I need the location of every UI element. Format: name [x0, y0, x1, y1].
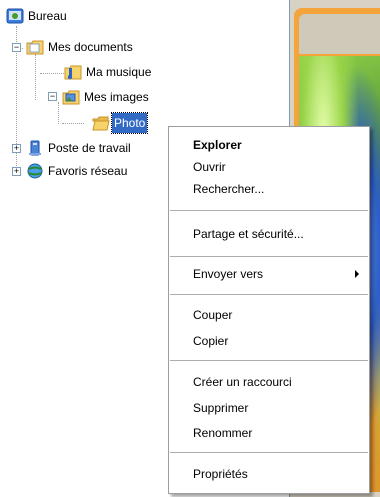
- menu-item-open[interactable]: Ouvrir: [169, 156, 369, 178]
- folder-open-icon: [92, 116, 110, 131]
- tree-item-label: Bureau: [28, 9, 67, 23]
- pictures-folder-icon: [62, 90, 80, 105]
- preview-toolbar: [299, 14, 380, 54]
- menu-item-send-to[interactable]: Envoyer vers: [169, 263, 369, 285]
- tree-line: [40, 73, 64, 74]
- tree-item-label: Mes images: [84, 90, 149, 104]
- expand-toggle[interactable]: +: [12, 144, 21, 153]
- tree-line: [35, 54, 36, 100]
- menu-item-rename[interactable]: Renommer: [169, 422, 369, 444]
- desktop-icon: [6, 8, 24, 24]
- menu-item-create-shortcut[interactable]: Créer un raccourci: [169, 371, 369, 393]
- tree-line: [62, 123, 84, 124]
- computer-icon: [29, 140, 41, 156]
- collapse-toggle[interactable]: −: [12, 43, 21, 52]
- menu-item-explore[interactable]: Explorer: [169, 134, 369, 156]
- context-menu: Explorer Ouvrir Rechercher... Partage et…: [168, 126, 370, 494]
- menu-separator: [170, 210, 368, 211]
- menu-item-copy[interactable]: Copier: [169, 330, 369, 352]
- submenu-arrow-icon: [355, 270, 359, 278]
- menu-item-cut[interactable]: Couper: [169, 304, 369, 326]
- menu-separator: [170, 256, 368, 257]
- collapse-toggle[interactable]: −: [48, 92, 57, 101]
- menu-item-sharing-security[interactable]: Partage et sécurité...: [169, 223, 369, 245]
- menu-item-search[interactable]: Rechercher...: [169, 178, 369, 200]
- tree-item-label: Photo: [110, 112, 149, 134]
- music-folder-icon: [64, 65, 82, 80]
- tree-item-label: Mes documents: [48, 40, 133, 54]
- menu-item-properties[interactable]: Propriétés: [169, 463, 369, 485]
- menu-separator: [170, 294, 368, 295]
- network-icon: [27, 163, 43, 179]
- tree-item-label: Poste de travail: [48, 141, 131, 155]
- tree-item-label: Ma musique: [86, 65, 152, 79]
- tree-item-label: Favoris réseau: [48, 164, 128, 178]
- tree-line: [58, 102, 59, 124]
- menu-item-label: Envoyer vers: [193, 267, 264, 281]
- documents-folder-icon: [26, 40, 44, 55]
- menu-separator: [170, 452, 368, 453]
- expand-toggle[interactable]: +: [12, 167, 21, 176]
- menu-separator: [170, 360, 368, 361]
- menu-item-delete[interactable]: Supprimer: [169, 397, 369, 419]
